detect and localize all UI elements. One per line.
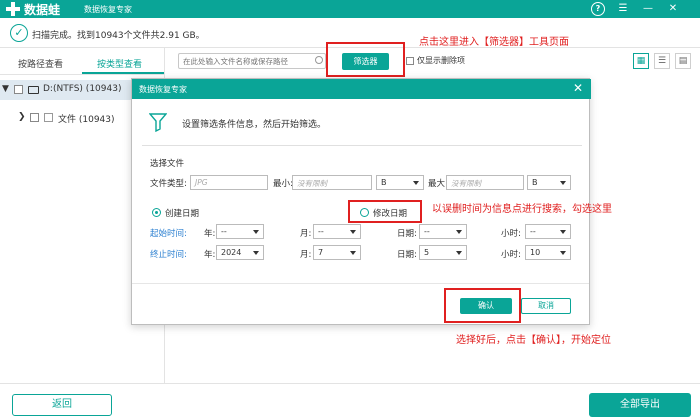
end-month-value: 7 <box>318 248 324 257</box>
dialog-title: 数据恢复专家 <box>139 85 187 94</box>
chevron-right-icon[interactable]: ❯ <box>18 112 26 122</box>
start-hour-label: 小时: <box>501 229 521 239</box>
app-logo-icon <box>6 2 20 16</box>
grid-view-icon[interactable]: ▦ <box>633 53 649 69</box>
start-time-label: 起始时间: <box>150 229 187 239</box>
funnel-icon <box>149 113 167 132</box>
dialog-separator <box>142 145 582 146</box>
back-button[interactable]: 返回 <box>12 394 112 416</box>
caret-icon <box>456 230 462 234</box>
files-label: 文件 (10943) <box>58 115 115 125</box>
file-type-input[interactable]: JPG <box>190 175 268 190</box>
files-checkbox[interactable] <box>30 113 39 122</box>
drive-icon <box>28 86 39 94</box>
annotation-modified-date: 以误删时间为信息点进行搜索，勾选这里 <box>432 204 612 215</box>
start-hour-select[interactable]: -- <box>525 224 571 239</box>
caret-icon <box>350 251 356 255</box>
tab-by-type[interactable]: 按类型查看 <box>97 57 142 70</box>
dialog-info-text: 设置筛选条件信息，然后开始筛选。 <box>182 120 327 130</box>
detail-view-icon[interactable]: ▤ <box>675 53 691 69</box>
export-all-button[interactable]: 全部导出 <box>589 393 691 417</box>
highlight-filter-button <box>326 42 405 77</box>
min-unit-select[interactable]: B <box>376 175 424 190</box>
only-deleted-label: 仅显示删除项 <box>417 56 465 65</box>
caret-icon <box>413 181 419 185</box>
scan-status-text: 扫描完成。找到10943个文件共2.91 GB。 <box>32 31 205 41</box>
end-day-select[interactable]: 5 <box>419 245 467 260</box>
annotation-filter: 点击这里进入【筛选器】工具页面 <box>419 37 569 48</box>
only-deleted-checkbox[interactable] <box>406 57 414 65</box>
start-month-select[interactable]: -- <box>313 224 361 239</box>
highlight-confirm-button <box>444 288 521 323</box>
created-date-label: 创建日期 <box>165 209 200 219</box>
start-day-select[interactable]: -- <box>419 224 467 239</box>
list-view-icon[interactable]: ☰ <box>654 53 670 69</box>
end-year-select[interactable]: 2024 <box>216 245 264 260</box>
chevron-down-icon[interactable]: ▼ <box>2 84 9 94</box>
end-month-select[interactable]: 7 <box>313 245 361 260</box>
end-hour-value: 10 <box>530 248 541 257</box>
menu-icon[interactable]: ☰ <box>616 2 630 16</box>
min-size-input[interactable]: 没有限制 <box>292 175 372 190</box>
minimize-icon[interactable]: — <box>641 2 655 16</box>
highlight-modified-date <box>348 200 422 223</box>
end-day-label: 日期: <box>397 250 417 260</box>
max-unit-select[interactable]: B <box>527 175 571 190</box>
dialog-title-bar: 数据恢复专家 ✕ <box>132 79 591 99</box>
caret-icon <box>560 251 566 255</box>
created-date-radio[interactable] <box>152 208 161 217</box>
app-subtitle: 数据恢复专家 <box>84 5 132 14</box>
check-circle-icon: ✓ <box>10 24 28 42</box>
start-hour-value: -- <box>530 227 536 236</box>
help-icon[interactable]: ? <box>591 2 605 16</box>
start-day-label: 日期: <box>397 229 417 239</box>
close-window-icon[interactable]: ✕ <box>666 2 680 16</box>
end-day-value: 5 <box>424 248 430 257</box>
select-file-heading: 选择文件 <box>150 159 185 169</box>
drive-label: D:(NTFS) (10943) <box>43 84 122 94</box>
end-year-value: 2024 <box>221 248 242 257</box>
tab-by-path[interactable]: 按路径查看 <box>18 57 63 70</box>
dialog-footer-separator <box>132 283 589 284</box>
max-size-label: 最大: <box>428 179 448 189</box>
caret-icon <box>560 230 566 234</box>
cancel-button[interactable]: 取消 <box>521 298 571 314</box>
min-unit-value: B <box>381 178 387 187</box>
end-month-label: 月: <box>300 250 312 260</box>
caret-icon <box>456 251 462 255</box>
caret-icon <box>253 251 259 255</box>
toolbar: 筛选器 仅显示删除项 ▦ ☰ ▤ <box>165 48 700 75</box>
start-year-select[interactable]: -- <box>216 224 264 239</box>
caret-icon <box>253 230 259 234</box>
title-bar: 数据蛙 数据恢复专家 ? ☰ — ✕ <box>0 0 700 18</box>
max-size-input[interactable]: 没有限制 <box>446 175 524 190</box>
tab-divider <box>0 74 165 75</box>
bottom-bar: 返回 全部导出 <box>0 383 700 420</box>
end-year-label: 年: <box>204 250 216 260</box>
dialog-close-icon[interactable]: ✕ <box>573 81 583 96</box>
annotation-confirm: 选择好后，点击【确认】，开始定位 <box>456 335 611 346</box>
start-month-label: 月: <box>300 229 312 239</box>
end-time-label: 终止时间: <box>150 250 187 260</box>
end-hour-select[interactable]: 10 <box>525 245 571 260</box>
end-hour-label: 小时: <box>501 250 521 260</box>
app-name: 数据蛙 <box>24 3 61 17</box>
start-month-value: -- <box>318 227 324 236</box>
caret-icon <box>560 181 566 185</box>
file-icon <box>44 113 53 122</box>
max-unit-value: B <box>532 178 538 187</box>
file-type-label: 文件类型: <box>150 179 187 189</box>
start-year-label: 年: <box>204 229 216 239</box>
search-input[interactable] <box>178 53 326 69</box>
drive-checkbox[interactable] <box>14 85 23 94</box>
start-year-value: -- <box>221 227 227 236</box>
search-icon[interactable] <box>315 56 323 64</box>
caret-icon <box>350 230 356 234</box>
min-size-label: 最小: <box>273 179 293 189</box>
start-day-value: -- <box>424 227 430 236</box>
